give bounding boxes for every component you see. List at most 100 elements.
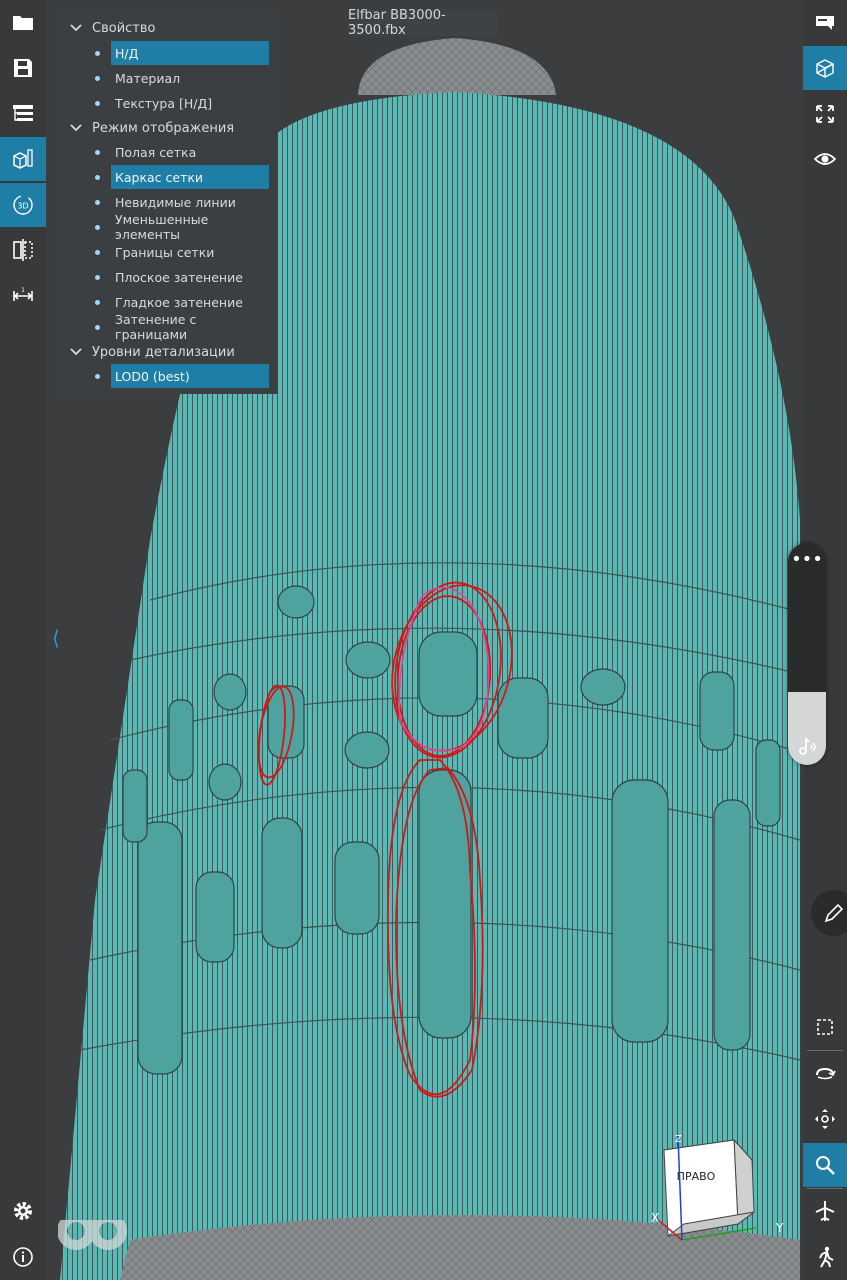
display-mode-icon [13, 149, 33, 169]
option-hidden-lines[interactable]: Невидимые линии [111, 190, 269, 214]
bullet [95, 51, 100, 56]
wireframe-view-button[interactable] [803, 46, 847, 90]
bullet [95, 374, 100, 379]
zoom-button[interactable] [803, 1143, 847, 1187]
option-wireframe[interactable]: Каркас сетки [111, 165, 269, 189]
settings-button[interactable] [0, 1189, 46, 1233]
tree-icon [13, 105, 33, 121]
orbit-icon [816, 1067, 836, 1080]
option-mesh-edges[interactable]: Границы сетки [111, 240, 269, 264]
bullet [95, 175, 100, 180]
bullet [95, 325, 100, 330]
chevron-down-icon [70, 24, 82, 32]
option-hollow-mesh[interactable]: Полая сетка [111, 140, 269, 164]
option-label: Границы сетки [115, 244, 215, 260]
measure-button[interactable]: 1 [0, 274, 46, 318]
bullet [95, 250, 100, 255]
fit-view-button[interactable] [803, 92, 847, 136]
open-folder-button[interactable] [0, 0, 46, 44]
option-material[interactable]: Материал [111, 66, 269, 90]
option-label: Гладкое затенение [115, 294, 243, 310]
eye-icon [814, 153, 836, 165]
option-label: Каркас сетки [115, 169, 204, 185]
option-shading-with-edges[interactable]: Затенение с границами [111, 312, 269, 342]
view-tag-button[interactable] [803, 0, 847, 44]
option-lod0[interactable]: LOD0 (best) [111, 364, 269, 388]
section-icon [13, 239, 33, 261]
chevron-left-icon[interactable]: ⟨ [52, 626, 60, 650]
bullet [95, 275, 100, 280]
fly-icon [815, 1201, 835, 1221]
bullet [95, 101, 100, 106]
app-logo-icon [57, 1212, 130, 1270]
wireframe-cube-icon [816, 59, 834, 78]
option-flat-shading[interactable]: Плоское затенение [111, 265, 269, 289]
category-property[interactable]: Свойство [68, 16, 155, 40]
zoom-icon [816, 1156, 835, 1175]
category-label: Свойство [92, 20, 156, 36]
z-axis-label: Z [675, 1134, 682, 1145]
option-label: Полая сетка [115, 144, 197, 160]
visibility-button[interactable] [803, 137, 847, 181]
orbit-button[interactable] [803, 1051, 847, 1095]
option-na[interactable]: Н/Д [111, 41, 269, 65]
y-axis-label: Y [775, 1221, 784, 1235]
category-label: Уровни детализации [92, 344, 235, 360]
left-toolbar: 3D 1 [0, 0, 46, 1280]
model-tree-button[interactable] [0, 92, 46, 136]
more-dots-icon[interactable]: ••• [788, 551, 826, 569]
option-shrunk-elements[interactable]: Уменьшенные элементы [111, 212, 269, 242]
select-box-button[interactable] [803, 1005, 847, 1049]
section-view-button[interactable] [0, 228, 46, 272]
chevron-down-icon [70, 124, 82, 132]
music-volume-icon [799, 736, 816, 755]
view-3d-button[interactable]: 3D [0, 183, 46, 227]
pan-icon [815, 1109, 835, 1129]
navigation-cube[interactable]: ПРАВО X Y Z [648, 1132, 798, 1252]
chevron-down-icon [70, 348, 82, 356]
cube-face-label: ПРАВО [677, 1170, 716, 1183]
view-tag-icon [816, 16, 834, 30]
option-label: Уменьшенные элементы [115, 212, 209, 242]
x-axis-label: X [651, 1211, 659, 1225]
volume-slider[interactable]: ••• [788, 543, 826, 765]
3d-label: 3D [17, 202, 28, 211]
fit-view-icon [816, 105, 834, 123]
option-label: Материал [115, 70, 181, 86]
walk-icon [819, 1246, 834, 1268]
folder-icon [13, 16, 33, 30]
properties-panel: Свойство Н/Д Материал Текстура [Н/Д] Реж… [56, 11, 278, 394]
bullet [95, 76, 100, 81]
option-label: Текстура [Н/Д] [115, 95, 213, 111]
document-title-tab[interactable]: Elfbar BB3000-3500.fbx [348, 8, 498, 38]
save-icon [14, 59, 32, 77]
info-icon [13, 1247, 33, 1267]
info-button[interactable] [0, 1235, 46, 1279]
bullet [95, 200, 100, 205]
option-label: Плоское затенение [115, 269, 243, 285]
option-label: Невидимые линии [115, 194, 236, 210]
pencil-icon [824, 903, 844, 923]
measure-icon: 1 [13, 287, 33, 301]
bullet [95, 225, 100, 230]
select-box-icon [817, 1019, 833, 1035]
option-label: LOD0 (best) [115, 368, 190, 384]
fly-mode-button[interactable] [803, 1189, 847, 1233]
bullet [95, 150, 100, 155]
save-button[interactable] [0, 46, 46, 90]
3d-icon: 3D [13, 195, 33, 215]
document-title: Elfbar BB3000-3500.fbx [348, 8, 446, 38]
display-mode-button[interactable] [0, 137, 46, 181]
option-smooth-shading[interactable]: Гладкое затенение [111, 290, 269, 314]
svg-text:1: 1 [21, 287, 25, 294]
walk-mode-button[interactable] [803, 1235, 847, 1279]
category-label: Режим отображения [92, 120, 235, 136]
pan-button[interactable] [803, 1097, 847, 1141]
bullet [95, 300, 100, 305]
gear-icon [14, 1202, 32, 1220]
category-lod[interactable]: Уровни детализации [68, 340, 235, 364]
option-label: Затенение с границами [115, 312, 197, 342]
option-texture[interactable]: Текстура [Н/Д] [111, 91, 269, 115]
category-display-mode[interactable]: Режим отображения [68, 116, 234, 140]
option-label: Н/Д [115, 45, 139, 61]
